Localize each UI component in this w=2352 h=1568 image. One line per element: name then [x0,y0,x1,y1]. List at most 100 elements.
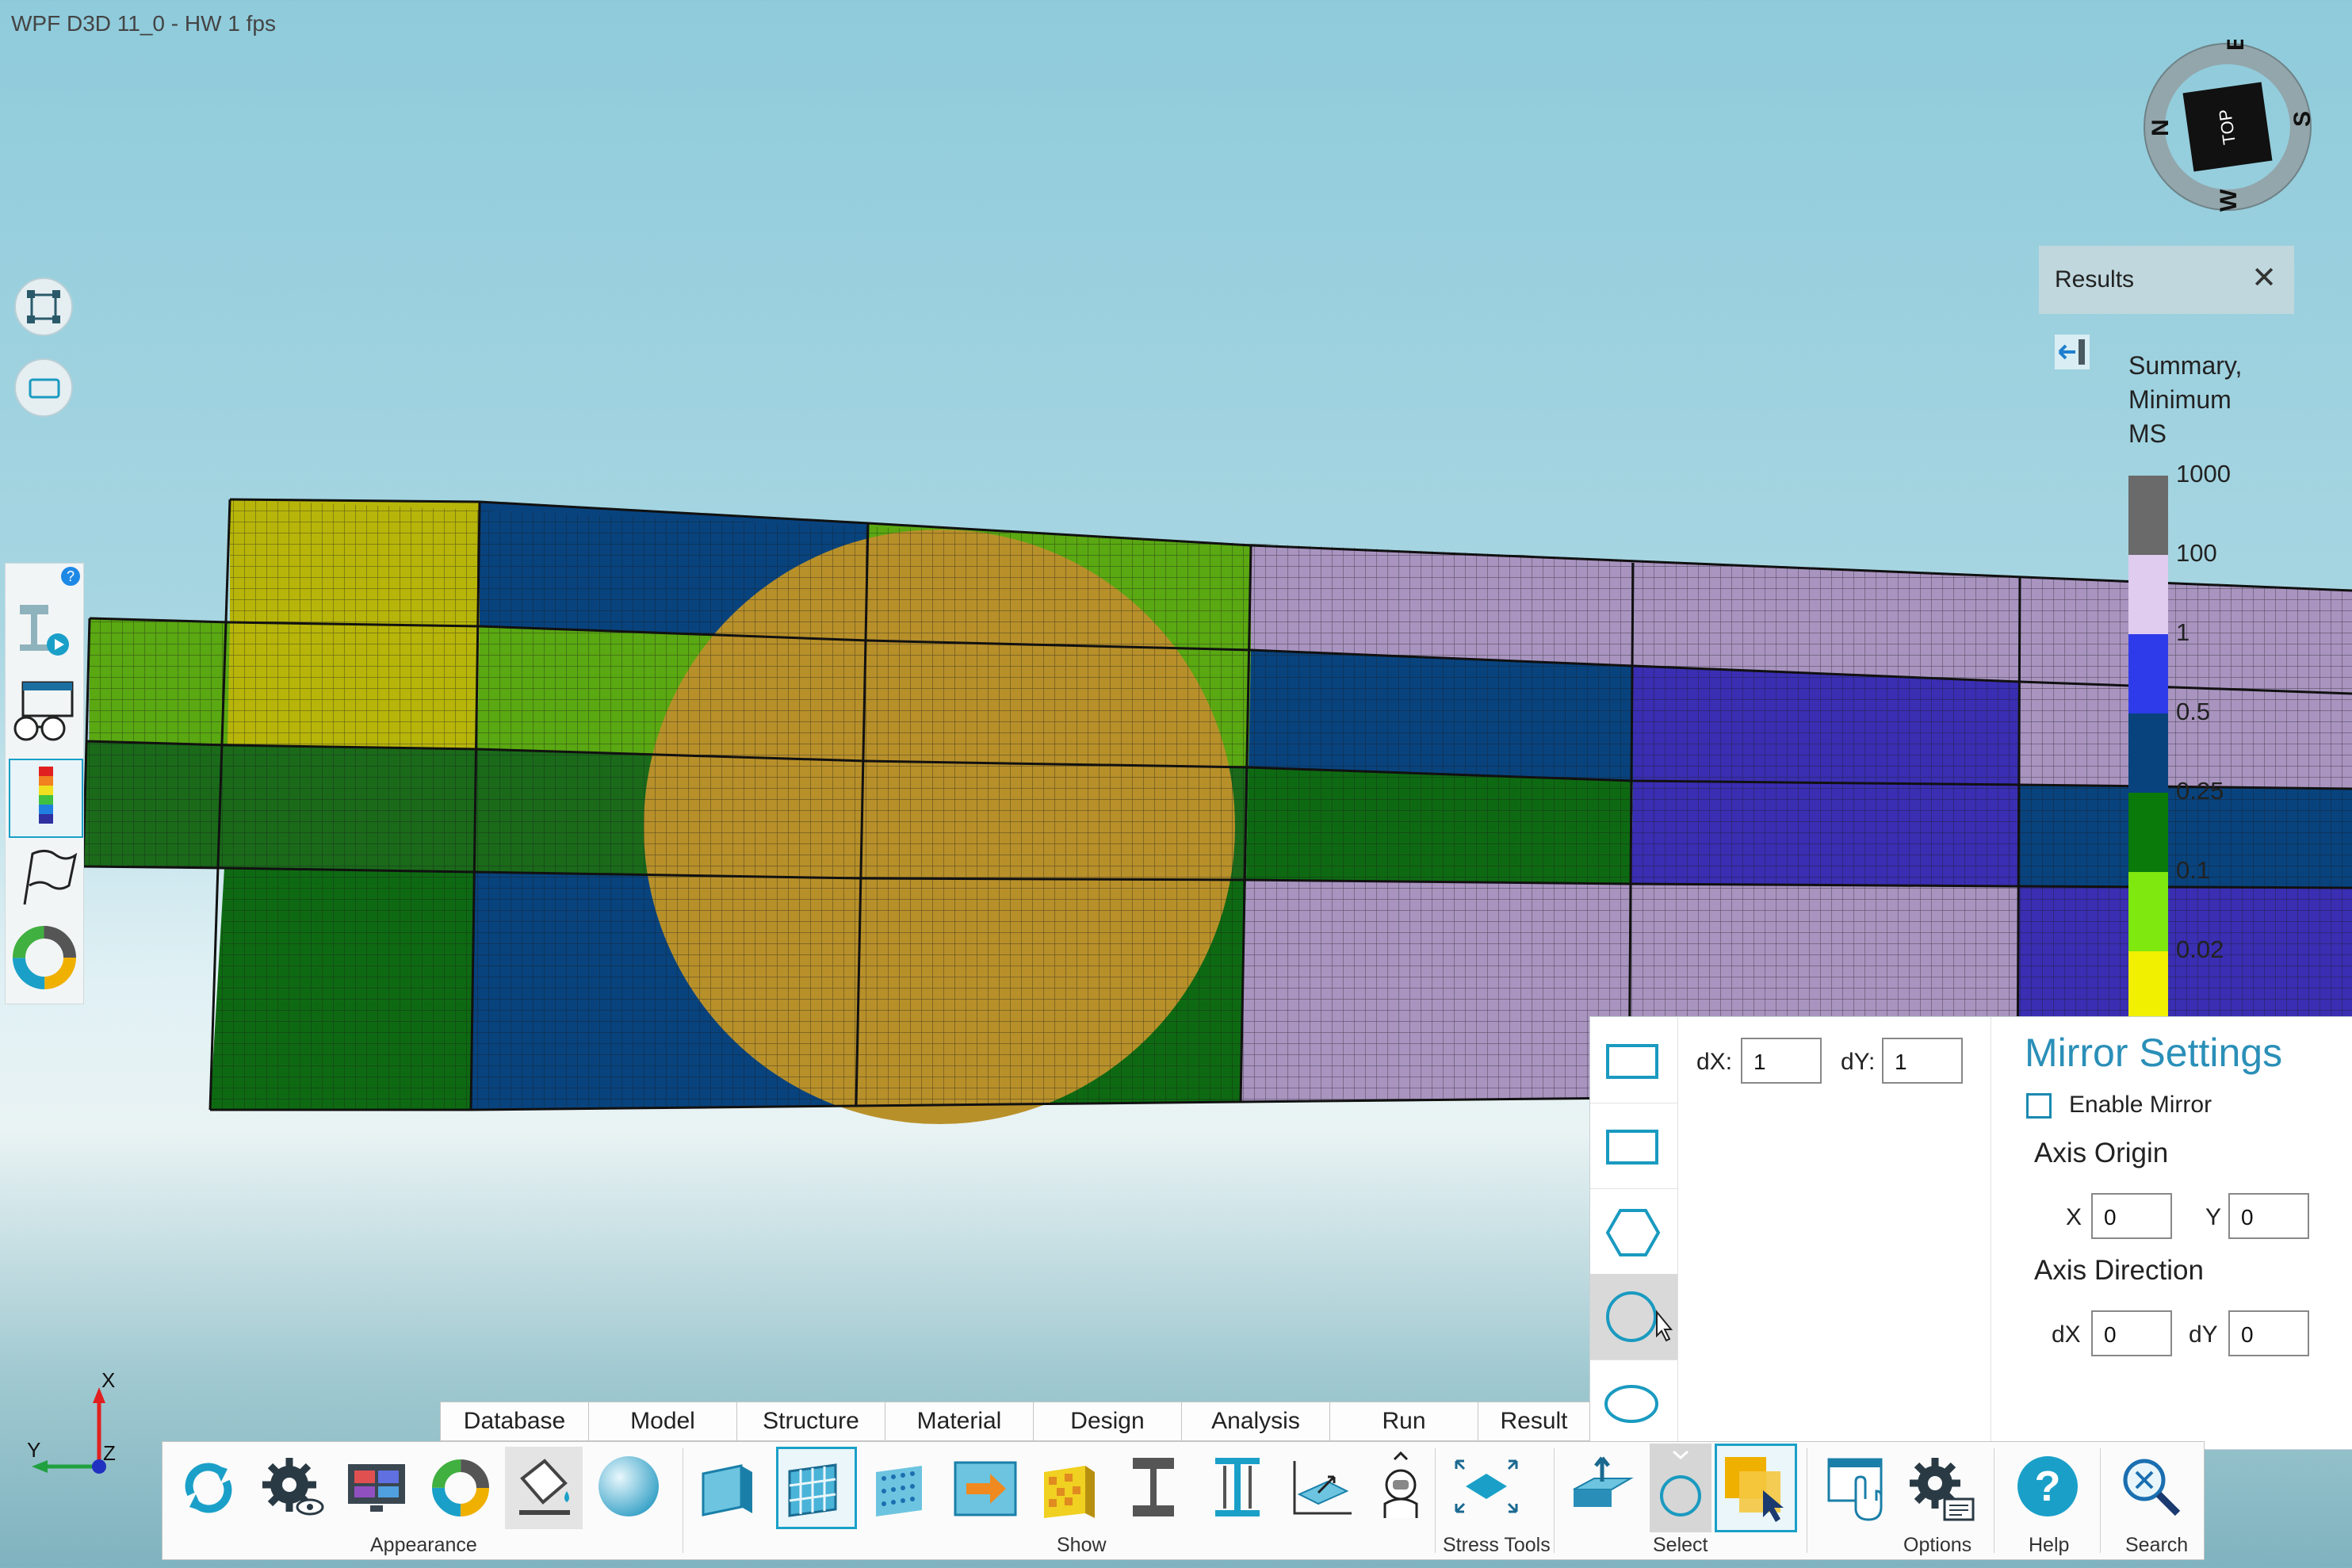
circle-select-icon [1660,1450,1701,1516]
legend-value-label: 0.5 [2176,698,2211,725]
ellipse-shape-button[interactable] [1590,1360,1677,1446]
rectangle-shape-button[interactable] [1590,1017,1677,1103]
dx-label: dX: [1696,1049,1733,1075]
contour-legend-icon [39,767,53,824]
window-title: WPF D3D 11_0 - HW 1 fps [11,11,277,36]
compass-west[interactable]: W [2216,189,2242,212]
checker-plate-icon[interactable] [1033,1450,1106,1526]
legend-color-band [2128,555,2168,634]
astronaut-icon[interactable] [1364,1450,1437,1526]
circle-icon [1606,1291,1673,1342]
legend-title: Summary, Minimum MS [2128,349,2242,451]
color-wheel-icon[interactable] [424,1450,497,1526]
enable-mirror-checkbox[interactable] [2026,1093,2052,1119]
hexagon-icon [1605,1209,1661,1256]
help-icon[interactable]: ? [2011,1450,2084,1526]
direction-dy-input[interactable]: 0 [2228,1310,2309,1356]
circle-select-dropdown[interactable] [1650,1444,1711,1532]
group-separator [1554,1448,1555,1553]
origin-x-label: X [2066,1204,2082,1230]
circle-shape-button[interactable] [1590,1274,1677,1360]
legend-value-label: 1000 [2176,460,2231,488]
sphere-icon[interactable] [592,1450,665,1526]
mirror-settings-panel: dX: 1 dY: 1 Mirror Settings Enable Mirro… [1589,1016,2352,1450]
group-label-options: Options [1903,1534,1972,1556]
coordinate-plane-icon[interactable] [1285,1450,1358,1526]
dy-input[interactable]: 1 [1882,1038,1963,1084]
flag-button[interactable] [9,841,80,917]
gear-view-icon[interactable] [256,1450,329,1526]
zoom-extents-button[interactable] [14,277,73,336]
close-icon[interactable]: ✕ [2251,260,2277,296]
stress-tools-icon[interactable] [1450,1450,1523,1526]
color-wheel-icon [13,926,76,989]
window-zoom-button[interactable] [14,358,73,417]
search-icon[interactable] [2114,1450,2187,1526]
shape-selector-column [1590,1017,1678,1449]
display-icon[interactable] [340,1450,413,1526]
group-label-search: Search [2125,1534,2189,1556]
i-beam-icon[interactable] [1117,1450,1190,1526]
left-toolbar: ? [5,563,84,1004]
legend-value-label: 0.02 [2176,935,2224,963]
group-label-help: Help [2029,1534,2070,1556]
color-wheel-button[interactable] [9,922,80,998]
paint-bucket-button[interactable] [505,1447,583,1529]
legend-value-label: 1 [2176,618,2190,646]
tab-model[interactable]: Model [588,1402,737,1441]
view-cube-top[interactable]: TOP [2182,82,2273,172]
compass-east[interactable]: E [2223,40,2249,51]
mesh-grid-icon [788,1463,837,1517]
tab-material[interactable]: Material [885,1402,1034,1441]
tab-result[interactable]: Result [1478,1402,1590,1441]
origin-y-input[interactable]: 0 [2228,1193,2309,1239]
nodes-icon[interactable] [865,1450,938,1526]
legend-title-line: MS [2128,419,2167,448]
tab-design[interactable]: Design [1033,1402,1182,1441]
beam-tool-button[interactable] [9,592,80,668]
contour-legend-button[interactable] [9,759,83,838]
axis-x-label: X [101,1371,115,1392]
rectangle-icon [1606,1044,1658,1079]
refresh-icon[interactable] [172,1450,245,1526]
tab-run[interactable]: Run [1329,1402,1478,1441]
compass-north[interactable]: N [2147,119,2174,136]
tab-structure[interactable]: Structure [736,1402,885,1441]
stiffener-icon[interactable] [1201,1450,1274,1526]
tab-analysis[interactable]: Analysis [1181,1402,1330,1441]
hexagon-shape-button[interactable] [1590,1188,1677,1275]
rectangle-shape-button-2[interactable] [1590,1103,1677,1189]
beam-tool-icon [20,605,69,656]
select-plane-icon[interactable] [1566,1450,1639,1526]
collapse-panel-icon[interactable] [2055,335,2090,369]
legend-title-line: Minimum [2128,385,2232,414]
mesh-view-button[interactable] [776,1447,857,1529]
svg-text:?: ? [2035,1463,2061,1510]
legend-color-band [2128,713,2168,793]
view-cube-compass[interactable]: TOP N E S W [2140,40,2315,214]
normal-arrow-icon[interactable] [949,1450,1022,1526]
flag-icon [23,850,78,905]
help-badge-icon[interactable]: ? [61,567,80,586]
group-label-appearance: Appearance [370,1534,477,1556]
dy-label: dY: [1841,1049,1876,1075]
gear-settings-icon[interactable] [1903,1450,1976,1526]
compass-south[interactable]: S [2289,111,2315,127]
mirror-settings-title: Mirror Settings [2025,1031,2283,1075]
dx-input[interactable]: 1 [1741,1038,1822,1084]
select-entity-button[interactable] [1715,1444,1797,1532]
tab-database[interactable]: Database [440,1402,589,1441]
window-touch-icon[interactable] [1822,1450,1895,1526]
group-separator [1435,1448,1436,1553]
direction-dx-input[interactable]: 0 [2091,1310,2172,1356]
group-label-select: Select [1653,1534,1708,1556]
view-options-button[interactable] [9,676,80,752]
origin-x-input[interactable]: 0 [2091,1193,2172,1239]
legend-color-band [2128,476,2168,555]
select-arrow-icon [1725,1457,1784,1522]
ellipse-icon [1604,1385,1658,1423]
legend-color-band [2128,793,2168,872]
plate-icon[interactable] [692,1450,765,1526]
rectangle-icon [29,378,60,399]
group-label-stress-tools: Stress Tools [1443,1534,1551,1556]
